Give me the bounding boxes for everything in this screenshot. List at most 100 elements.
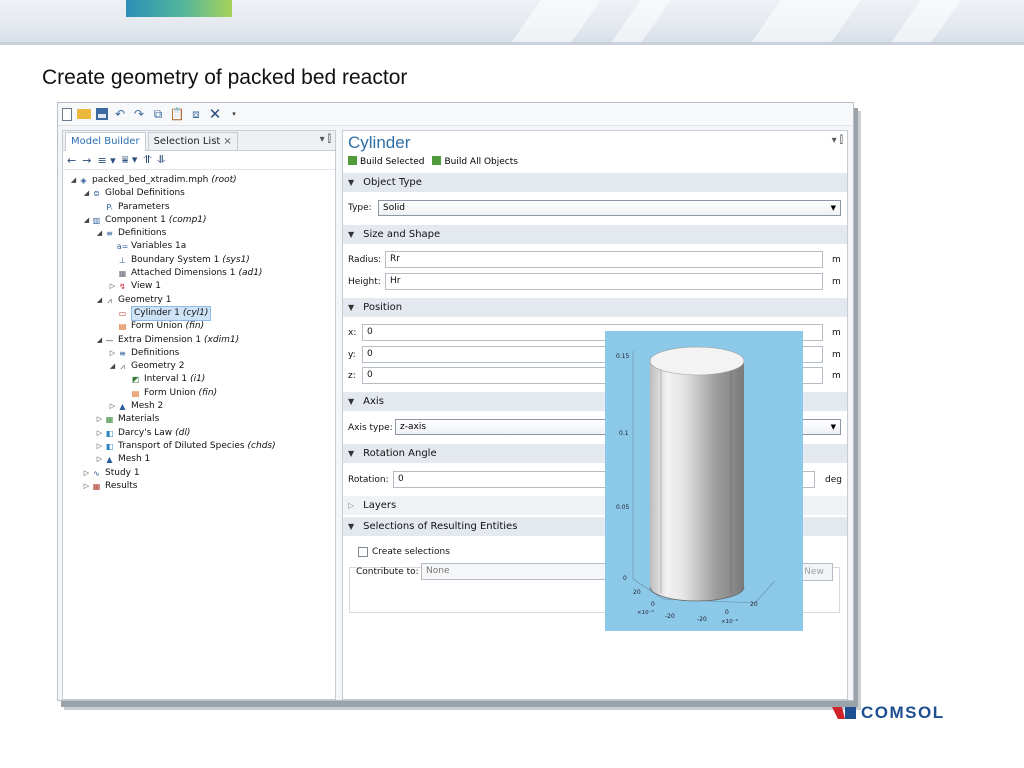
tree-expand-icon[interactable]: ▷ (95, 427, 104, 440)
type-select[interactable]: Solid ▼ (378, 200, 841, 216)
tree-expand-icon[interactable]: ▷ (82, 480, 91, 493)
close-icon[interactable]: × (223, 136, 231, 147)
radius-label: Radius: (348, 255, 382, 265)
tree-node[interactable]: ◢ ⩘ Geometry 1 (63, 294, 335, 307)
height-input[interactable]: Hr (385, 273, 823, 290)
radius-input[interactable]: Rr (385, 251, 823, 268)
tree-node-label: Variables 1a (131, 241, 187, 252)
expand-icon[interactable]: ⥣ (143, 153, 151, 167)
tree-node[interactable]: ◢ ◈ packed_bed_xtradim.mph (root) (63, 174, 335, 187)
tree-node-label-wrap: Interval 1 (i1) (144, 373, 205, 386)
filter-menu-icon[interactable]: ⩸ ▾ (122, 153, 138, 167)
tree-expand-icon[interactable]: ▷ (108, 347, 117, 360)
tab-selection-list[interactable]: Selection List × (147, 132, 238, 150)
view-icon: ↯ (119, 282, 126, 292)
comsol-mark-icon (832, 707, 856, 719)
tree-node[interactable]: ▷ ▲ Mesh 2 (63, 400, 335, 413)
geometry-icon: ⩘ (120, 362, 125, 372)
tree-node[interactable]: ◩ Interval 1 (i1) (63, 373, 335, 386)
tree-node[interactable]: ▷ ▦ Results (63, 480, 335, 493)
tree-node-label: Results (105, 480, 138, 491)
tree-collapse-icon[interactable]: ◢ (95, 227, 104, 240)
tree-node-label-wrap: Extra Dimension 1 (xdim1) (118, 334, 239, 347)
copy-icon[interactable]: ⧉ (151, 107, 165, 121)
geometry-icon: ⩘ (107, 295, 112, 305)
tree-node-label-wrap: Global Definitions (105, 187, 185, 200)
banner-graphic (126, 0, 232, 17)
new-file-icon[interactable] (62, 107, 72, 121)
tree-node[interactable]: ▤ Form Union (fin) (63, 320, 335, 333)
study-icon: ∿ (93, 468, 100, 478)
tree-node[interactable]: ▷ ↯ View 1 (63, 280, 335, 293)
tree-node-label-wrap: packed_bed_xtradim.mph (root) (92, 174, 237, 187)
tree-node-label: packed_bed_xtradim.mph (92, 175, 209, 185)
undo-icon[interactable]: ↶ (113, 107, 127, 121)
tree-node[interactable]: ◢ ≡ Definitions (63, 227, 335, 240)
dropdown-icon[interactable]: ▾ (227, 107, 241, 121)
tree-expand-icon[interactable]: ▷ (95, 453, 104, 466)
tree-node-label-wrap: Form Union (fin) (144, 387, 217, 400)
redo-icon[interactable]: ↷ (132, 107, 146, 121)
back-icon[interactable]: ← (67, 154, 76, 167)
tree-expand-icon[interactable]: ▷ (108, 400, 117, 413)
pane-menu-controls[interactable]: ▾ ⫿ (320, 134, 331, 145)
slide-title: Create geometry of packed bed reactor (42, 66, 408, 89)
tree-node[interactable]: ▤ Form Union (fin) (63, 387, 335, 400)
tree-node-label: Global Definitions (105, 188, 185, 199)
section-size-shape[interactable]: ▼ Size and Shape (343, 225, 847, 244)
tree-node[interactable]: ◢ ▥ Component 1 (comp1) (63, 214, 335, 227)
z-tick-label: 0 (623, 575, 627, 582)
tree-node[interactable]: ◢ — Extra Dimension 1 (xdim1) (63, 334, 335, 347)
tree-expand-icon[interactable]: ▷ (108, 280, 117, 293)
tree-collapse-icon[interactable]: ◢ (108, 360, 117, 373)
interval-icon: ◩ (131, 375, 140, 385)
tree-node[interactable]: ▭ Cylinder 1 (cyl1) (63, 305, 335, 322)
tree-node[interactable]: ▷ ∿ Study 1 (63, 467, 335, 480)
create-selections-checkbox[interactable] (358, 547, 368, 557)
tree-node-label: Transport of Diluted Species (118, 440, 245, 451)
tree-node-label: Boundary System 1 (131, 254, 220, 265)
tree-collapse-icon[interactable]: ◢ (82, 187, 91, 200)
paste-icon[interactable]: 📋 (170, 107, 185, 121)
section-object-type[interactable]: ▼ Object Type (343, 173, 847, 192)
tree-collapse-icon[interactable]: ◢ (95, 334, 104, 347)
build-selected-button[interactable]: Build Selected (348, 156, 424, 167)
tree-collapse-icon[interactable]: ◢ (95, 294, 104, 307)
build-selected-label: Build Selected (360, 157, 425, 167)
tree-node[interactable]: ▷ ▲ Mesh 1 (63, 453, 335, 466)
tree-node[interactable]: ▷ ◧ Darcy's Law (dl) (63, 427, 335, 440)
tree-node[interactable]: a= Variables 1a (63, 240, 335, 253)
tree-node-label-wrap: Parameters (118, 201, 170, 214)
duplicate-icon[interactable]: ⧈ (189, 107, 203, 121)
build-all-button[interactable]: Build All Objects (432, 156, 518, 167)
delete-icon[interactable]: ✕ (208, 106, 222, 121)
tree-expand-icon[interactable]: ▷ (82, 467, 91, 480)
tab-model-builder[interactable]: Model Builder (65, 132, 146, 151)
tree-expand-icon[interactable]: ▷ (95, 413, 104, 426)
forward-icon[interactable]: → (82, 154, 91, 167)
tree-node[interactable]: Pᵢ Parameters (63, 201, 335, 214)
tree-node-label: Cylinder 1 (134, 307, 180, 318)
tree-collapse-icon[interactable]: ◢ (69, 174, 78, 187)
tree-node[interactable]: ▷ ◧ Transport of Diluted Species (chds) (63, 440, 335, 453)
tree-node[interactable]: ▷ ≡ Definitions (63, 347, 335, 360)
section-collapse-icon: ▼ (348, 303, 355, 312)
tree-node[interactable]: ◢ ⩘ Geometry 2 (63, 360, 335, 373)
tree-expand-icon[interactable]: ▷ (95, 440, 104, 453)
model-tree: ◢ ◈ packed_bed_xtradim.mph (root) ◢ ⊜ Global D… (63, 170, 335, 493)
tree-node-tag: (ad1) (238, 268, 263, 279)
save-icon[interactable] (96, 108, 108, 120)
section-label: Layers (363, 500, 397, 511)
tree-node[interactable]: ▷ ▦ Materials (63, 413, 335, 426)
tree-collapse-icon[interactable]: ◢ (82, 214, 91, 227)
tree-node[interactable]: ⊥ Boundary System 1 (sys1) (63, 254, 335, 267)
tree-node-label: Mesh 2 (131, 401, 164, 412)
tree-node[interactable]: ◢ ⊜ Global Definitions (63, 187, 335, 200)
show-menu-icon[interactable]: ≡ ▾ (97, 154, 115, 167)
tree-node-label: Definitions (131, 347, 180, 358)
section-position[interactable]: ▼ Position (343, 298, 847, 317)
tree-node[interactable]: ▦ Attached Dimensions 1 (ad1) (63, 267, 335, 280)
collapse-icon[interactable]: ⥥ (157, 153, 165, 167)
open-folder-icon[interactable] (77, 109, 91, 119)
settings-pane-controls[interactable]: ▾ ⫿ (832, 135, 843, 146)
